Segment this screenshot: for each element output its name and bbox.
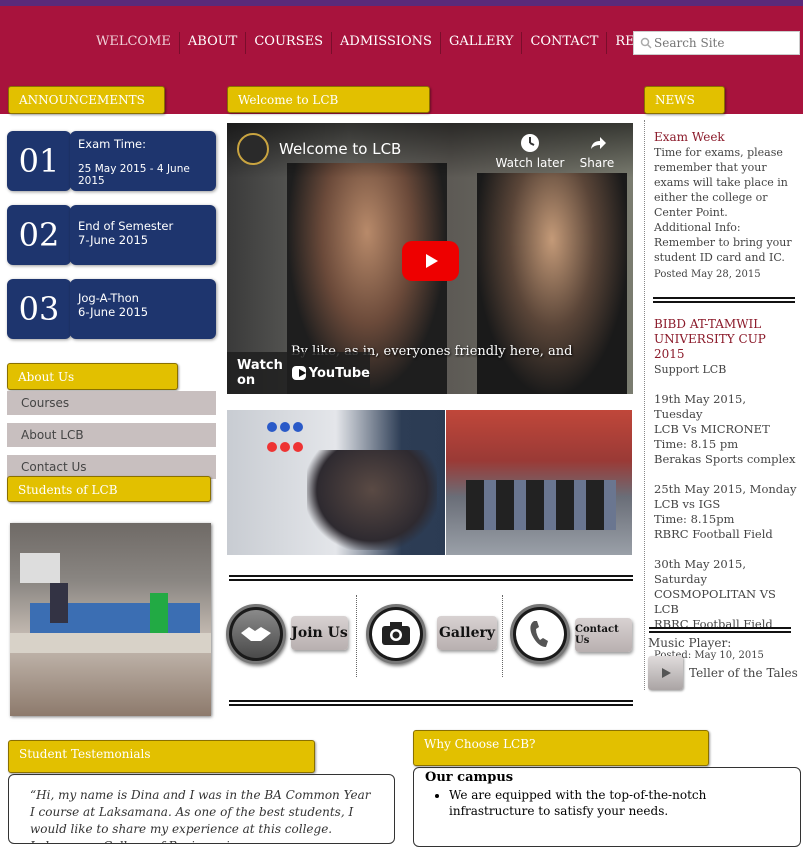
nav-contact[interactable]: CONTACT xyxy=(521,32,606,54)
watch-later-label: Watch later xyxy=(495,156,565,170)
match-teams: LCB Vs MICRONET xyxy=(654,422,770,436)
group-photo xyxy=(227,410,445,555)
announcement-item[interactable]: Exam Time: 25 May 2015 - 4 June 2015 xyxy=(70,131,216,191)
divider xyxy=(649,627,791,633)
announcement-title: Exam Time: xyxy=(78,137,146,151)
announcement-date: 25 May 2015 - 4 June 2015 xyxy=(78,163,190,187)
nav-admissions[interactable]: ADMISSIONS xyxy=(331,32,440,54)
news-posted: Posted May 28, 2015 xyxy=(654,269,761,280)
play-button[interactable] xyxy=(402,241,459,281)
contact-icon-button[interactable] xyxy=(510,604,570,664)
clock-icon xyxy=(521,134,539,152)
announcement-item[interactable]: Jog-A-Thon 6-June 2015 xyxy=(70,279,216,339)
main-nav: WELCOME ABOUT COURSES ADMISSIONS GALLERY… xyxy=(88,32,720,54)
join-us-icon-button[interactable] xyxy=(226,604,286,664)
why-bullet: We are equipped with the top-of-the-notc… xyxy=(449,787,790,819)
news-column-border xyxy=(644,120,645,690)
share-button[interactable]: Share xyxy=(575,133,619,170)
announcement-item[interactable]: End of Semester 7-June 2015 xyxy=(70,205,216,265)
nav-gallery[interactable]: GALLERY xyxy=(439,32,522,54)
news-headline[interactable]: Exam Week xyxy=(654,130,794,145)
news-item-exam-week: Exam Week Time for exams, please remembe… xyxy=(654,130,794,282)
announcement-number: 02 xyxy=(7,205,71,265)
match-time: Time: 8.15pm xyxy=(654,512,735,526)
youtube-label: YouTube xyxy=(308,365,370,381)
match-venue: Berakas Sports complex xyxy=(654,452,796,466)
divider xyxy=(653,297,795,303)
sidebar-link-courses[interactable]: Courses xyxy=(7,391,216,415)
announcement-number: 01 xyxy=(7,131,71,191)
announcement-title: Jog-A-Thon xyxy=(78,291,139,305)
announcement-date: 7-June 2015 xyxy=(78,233,149,247)
about-us-title: About Us xyxy=(7,363,178,390)
gallery-button[interactable]: Gallery xyxy=(437,616,497,650)
news-item-university-cup: BIBD AT-TAMWIL UNIVERSITY CUP 2015 Suppo… xyxy=(654,317,797,663)
welcome-title: Welcome to LCB xyxy=(227,86,430,113)
search-box xyxy=(633,31,800,55)
news-headline[interactable]: BIBD AT-TAMWIL UNIVERSITY CUP 2015 xyxy=(654,317,797,362)
phone-icon xyxy=(530,621,548,647)
announcement-number: 03 xyxy=(7,279,71,339)
match-date: 25th May 2015, Monday xyxy=(654,482,797,496)
why-choose-title: Why Choose LCB? xyxy=(413,730,709,766)
news-subhead: Support LCB xyxy=(654,363,727,376)
music-play-button[interactable] xyxy=(648,656,683,690)
youtube-logo-icon xyxy=(292,366,307,380)
match-venue: RBRC Football Field xyxy=(654,527,773,541)
match-teams: LCB vs IGS xyxy=(654,497,721,511)
match-date: 19th May 2015, Tuesday xyxy=(654,392,747,421)
match-date: 30th May 2015, Saturday xyxy=(654,557,747,586)
share-label: Share xyxy=(579,156,615,170)
match-teams: COSMOPOLITAN VS LCB xyxy=(654,587,776,616)
music-player-label: Music Player: xyxy=(648,636,732,650)
why-choose-box: Our campus We are equipped with the top-… xyxy=(413,767,801,847)
watch-on-label: Watch on xyxy=(237,358,283,388)
divider xyxy=(229,700,633,706)
channel-logo-icon[interactable] xyxy=(237,133,269,165)
testimonials-title: Student Testemonials xyxy=(8,740,315,773)
play-icon xyxy=(425,254,438,268)
separator xyxy=(502,595,503,677)
nav-courses[interactable]: COURSES xyxy=(245,32,331,54)
news-extra: Additional Info: Remember to bring your … xyxy=(654,221,792,264)
nav-welcome[interactable]: WELCOME xyxy=(88,32,179,54)
computer-lab-photo xyxy=(446,410,632,555)
separator xyxy=(356,595,357,677)
handshake-icon xyxy=(241,627,271,641)
testimonial-text: “Hi, my name is Dina and I was in the BA… xyxy=(8,774,395,844)
music-track-title: Teller of the Tales xyxy=(689,666,798,680)
search-input[interactable] xyxy=(652,35,792,51)
join-us-button[interactable]: Join Us xyxy=(291,616,348,650)
camera-icon xyxy=(382,622,410,645)
nav-about[interactable]: ABOUT xyxy=(178,32,245,54)
gallery-icon-button[interactable] xyxy=(366,604,426,664)
video-player[interactable]: Welcome to LCB Watch later Share By like… xyxy=(227,123,633,394)
contact-us-button[interactable]: Contact Us xyxy=(575,618,632,652)
news-body: Time for exams, please remember that you… xyxy=(654,146,788,219)
share-icon xyxy=(591,137,606,149)
watch-later-button[interactable]: Watch later xyxy=(495,133,565,170)
announcement-date: 6-June 2015 xyxy=(78,305,149,319)
video-title[interactable]: Welcome to LCB xyxy=(279,140,401,158)
divider xyxy=(229,575,633,581)
watch-on-youtube-button[interactable]: Watch on YouTube xyxy=(227,352,370,394)
announcements-title: ANNOUNCEMENTS xyxy=(8,86,165,114)
match-time: Time: 8.15 pm xyxy=(654,437,739,451)
news-title: NEWS xyxy=(644,86,725,114)
announcement-title: End of Semester xyxy=(78,219,174,233)
why-heading: Our campus xyxy=(425,770,514,785)
students-photo xyxy=(10,523,211,716)
search-icon xyxy=(640,37,652,49)
play-icon xyxy=(661,668,671,678)
students-title: Students of LCB xyxy=(7,476,211,502)
sidebar-link-about-lcb[interactable]: About LCB xyxy=(7,423,216,447)
